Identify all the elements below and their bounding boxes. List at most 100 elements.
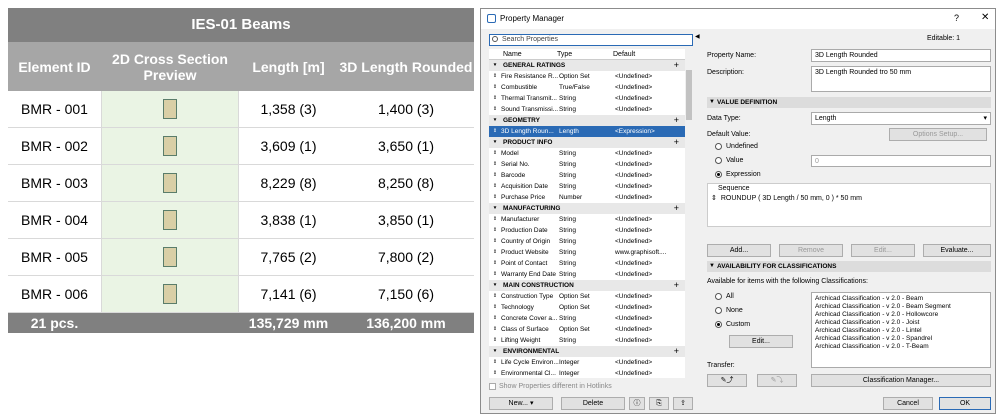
list-item[interactable]: ⇕ 3D Length Roun... Length <Expression> — [489, 126, 685, 137]
radio-value[interactable]: Value — [715, 157, 743, 164]
list-item[interactable]: ⇕ Point of Contact String <Undefined> — [489, 258, 685, 269]
drag-handle-icon[interactable]: ⇕ — [489, 357, 501, 368]
new-button[interactable]: New... ▾ — [489, 397, 553, 410]
list-item[interactable]: ⇕ Model String <Undefined> — [489, 148, 685, 159]
drag-handle-icon[interactable]: ⇕ — [489, 159, 501, 170]
property-name-field[interactable]: 3D Length Rounded — [811, 49, 991, 62]
add-icon[interactable]: + — [674, 346, 679, 357]
list-item[interactable]: ⇕ Lifting Weight String <Undefined> — [489, 335, 685, 346]
remove-button[interactable]: Remove — [779, 244, 843, 257]
drag-handle-icon[interactable]: ⇕ — [711, 194, 717, 204]
ok-button[interactable]: OK — [939, 397, 991, 410]
drag-handle-icon[interactable]: ⇕ — [489, 324, 501, 335]
drag-handle-icon[interactable]: ⇕ — [489, 71, 501, 82]
drag-handle-icon[interactable]: ⇕ — [489, 93, 501, 104]
drag-handle-icon[interactable]: ⇕ — [489, 148, 501, 159]
list-item[interactable]: ⇕ Combustible True/False <Undefined> — [489, 82, 685, 93]
col-name[interactable]: Name — [489, 49, 557, 59]
table-row[interactable]: BMR - 001 1,358 (3) 1,400 (3) — [8, 91, 474, 128]
list-item[interactable]: ⇕ Purchase Price Number <Undefined> — [489, 192, 685, 203]
list-item[interactable]: ⇕ Product Website String www.graphisoft.... — [489, 247, 685, 258]
edit-classifications-button[interactable]: Edit... — [729, 335, 793, 348]
table-row[interactable]: BMR - 004 3,838 (1) 3,850 (1) — [8, 202, 474, 239]
edit-expression-button[interactable]: Edit... — [851, 244, 915, 257]
table-row[interactable]: BMR - 003 8,229 (8) 8,250 (8) — [8, 165, 474, 202]
cancel-button[interactable]: Cancel — [883, 397, 933, 410]
evaluate-button[interactable]: Evaluate... — [923, 244, 991, 257]
list-item[interactable]: ⇕ Sound Transmissi... String <Undefined> — [489, 104, 685, 115]
list-item[interactable]: ⇕ Class of Surface Option Set <Undefined> — [489, 324, 685, 335]
group-header[interactable]: ▾ GEOMETRY + — [489, 115, 685, 126]
radio-all[interactable]: All — [715, 293, 734, 300]
drag-handle-icon[interactable]: ⇕ — [489, 291, 501, 302]
radio-undefined[interactable]: Undefined — [715, 143, 758, 150]
data-type-select[interactable]: Length ▾ — [811, 112, 991, 125]
add-icon[interactable]: + — [674, 203, 679, 214]
list-item[interactable]: ⇕ Concrete Cover a... String <Undefined> — [489, 313, 685, 324]
scrollbar-thumb[interactable] — [686, 70, 692, 120]
drag-handle-icon[interactable]: ⇕ — [489, 225, 501, 236]
radio-none[interactable]: None — [715, 307, 743, 314]
list-item[interactable]: ⇕ Environmental Cl... Integer <Undefined> — [489, 368, 685, 378]
add-icon[interactable]: + — [674, 280, 679, 291]
group-header[interactable]: ▾ PRODUCT INFO + — [489, 137, 685, 148]
add-icon[interactable]: + — [674, 60, 679, 71]
group-header[interactable]: ▾ GENERAL RATINGS + — [489, 60, 685, 71]
list-item[interactable]: ⇕ Barcode String <Undefined> — [489, 170, 685, 181]
add-icon[interactable]: + — [674, 115, 679, 126]
group-header[interactable]: ▾ MAIN CONSTRUCTION + — [489, 280, 685, 291]
radio-expression[interactable]: Expression — [715, 171, 761, 178]
drag-handle-icon[interactable]: ⇕ — [489, 302, 501, 313]
list-item[interactable]: ⇕ Manufacturer String <Undefined> — [489, 214, 685, 225]
drag-handle-icon[interactable]: ⇕ — [489, 335, 501, 346]
drag-handle-icon[interactable]: ⇕ — [489, 247, 501, 258]
description-field[interactable]: 3D Length Rounded tro 50 mm — [811, 66, 991, 92]
drag-handle-icon[interactable]: ⇕ — [489, 258, 501, 269]
import-icon[interactable]: ⎘ — [649, 397, 669, 410]
value-definition-header[interactable]: ▼ VALUE DEFINITION — [707, 97, 991, 108]
expression-list[interactable]: Sequence ⇕ ROUNDUP ( 3D Length / 50 mm, … — [707, 183, 991, 227]
drag-handle-icon[interactable]: ⇕ — [489, 236, 501, 247]
classification-manager-button[interactable]: Classification Manager... — [811, 374, 991, 387]
col-type[interactable]: Type — [557, 49, 613, 59]
close-button[interactable]: ✕ — [981, 12, 989, 23]
availability-header[interactable]: ▼ AVAILABILITY FOR CLASSIFICATIONS — [707, 261, 991, 272]
show-hotlinks-checkbox[interactable]: Show Properties different in Hotlinks — [489, 383, 612, 390]
collapse-arrow-icon[interactable]: ◀ — [695, 33, 700, 40]
drag-handle-icon[interactable]: ⇕ — [489, 214, 501, 225]
transfer-out-icon[interactable]: ✎⤵ — [757, 374, 797, 387]
radio-custom[interactable]: Custom — [715, 321, 750, 328]
list-item[interactable]: ⇕ Fire Resistance R... Option Set <Undefine… — [489, 71, 685, 82]
list-item[interactable]: ⇕ Construction Type Option Set <Undefined> — [489, 291, 685, 302]
list-item[interactable]: ⇕ Life Cycle Environ... Integer <Undefined> — [489, 357, 685, 368]
add-icon[interactable]: + — [674, 137, 679, 148]
drag-handle-icon[interactable]: ⇕ — [489, 313, 501, 324]
list-scrollbar[interactable] — [685, 60, 693, 378]
group-header[interactable]: ▾ ENVIRONMENTAL + — [489, 346, 685, 357]
value-field[interactable]: 0 — [811, 155, 991, 167]
list-item[interactable]: ⇕ Acquisition Date String <Undefined> — [489, 181, 685, 192]
drag-handle-icon[interactable]: ⇕ — [489, 368, 501, 378]
list-item[interactable]: ⇕ Technology Option Set <Undefined> — [489, 302, 685, 313]
table-row[interactable]: BMR - 006 7,141 (6) 7,150 (6) — [8, 276, 474, 313]
drag-handle-icon[interactable]: ⇕ — [489, 181, 501, 192]
transfer-in-icon[interactable]: ✎⤴ — [707, 374, 747, 387]
list-item[interactable]: ⇕ Serial No. String <Undefined> — [489, 159, 685, 170]
drag-handle-icon[interactable]: ⇕ — [489, 192, 501, 203]
info-icon[interactable]: ⓘ — [629, 397, 645, 410]
list-item[interactable]: ⇕ Production Date String <Undefined> — [489, 225, 685, 236]
export-icon[interactable]: ⇪ — [673, 397, 693, 410]
group-header[interactable]: ▾ MANUFACTURING + — [489, 203, 685, 214]
list-item[interactable]: ⇕ Warranty End Date String <Undefined> — [489, 269, 685, 280]
drag-handle-icon[interactable]: ⇕ — [489, 170, 501, 181]
drag-handle-icon[interactable]: ⇕ — [489, 126, 501, 137]
delete-button[interactable]: Delete — [561, 397, 625, 410]
help-button[interactable]: ? — [954, 13, 959, 23]
classification-list[interactable]: Archicad Classification - v 2.0 - Beam A… — [811, 292, 991, 368]
table-row[interactable]: BMR - 005 7,765 (2) 7,800 (2) — [8, 239, 474, 276]
drag-handle-icon[interactable]: ⇕ — [489, 269, 501, 280]
list-item[interactable]: ⇕ Country of Origin String <Undefined> — [489, 236, 685, 247]
add-button[interactable]: Add... — [707, 244, 771, 257]
list-item[interactable]: ⇕ Thermal Transmit... String <Undefined> — [489, 93, 685, 104]
title-bar[interactable]: Property Manager ? ✕ — [481, 9, 995, 29]
